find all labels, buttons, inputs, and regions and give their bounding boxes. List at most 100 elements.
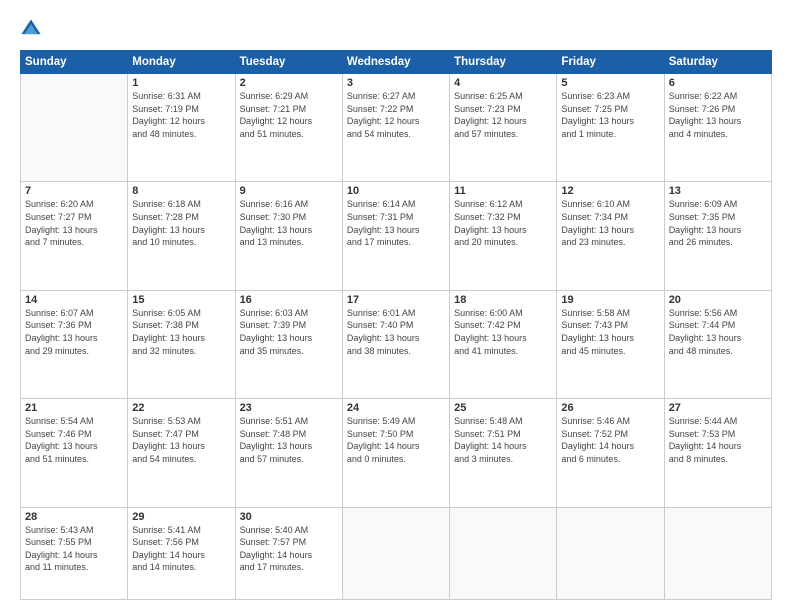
calendar-cell: 30Sunrise: 5:40 AM Sunset: 7:57 PM Dayli…: [235, 507, 342, 599]
calendar-cell: 19Sunrise: 5:58 AM Sunset: 7:43 PM Dayli…: [557, 290, 664, 398]
day-info: Sunrise: 6:18 AM Sunset: 7:28 PM Dayligh…: [132, 198, 230, 248]
calendar-cell: 12Sunrise: 6:10 AM Sunset: 7:34 PM Dayli…: [557, 182, 664, 290]
calendar-week-row: 28Sunrise: 5:43 AM Sunset: 7:55 PM Dayli…: [21, 507, 772, 599]
day-info: Sunrise: 5:54 AM Sunset: 7:46 PM Dayligh…: [25, 415, 123, 465]
day-info: Sunrise: 6:00 AM Sunset: 7:42 PM Dayligh…: [454, 307, 552, 357]
day-number: 5: [561, 77, 659, 89]
day-info: Sunrise: 6:20 AM Sunset: 7:27 PM Dayligh…: [25, 198, 123, 248]
day-number: 28: [25, 511, 123, 523]
logo: [20, 18, 46, 40]
calendar-cell: [342, 507, 449, 599]
day-number: 9: [240, 185, 338, 197]
day-info: Sunrise: 5:58 AM Sunset: 7:43 PM Dayligh…: [561, 307, 659, 357]
day-number: 26: [561, 402, 659, 414]
calendar-cell: 28Sunrise: 5:43 AM Sunset: 7:55 PM Dayli…: [21, 507, 128, 599]
calendar-cell: 7Sunrise: 6:20 AM Sunset: 7:27 PM Daylig…: [21, 182, 128, 290]
calendar-cell: 4Sunrise: 6:25 AM Sunset: 7:23 PM Daylig…: [450, 74, 557, 182]
day-number: 8: [132, 185, 230, 197]
logo-icon: [20, 18, 42, 40]
calendar-cell: 25Sunrise: 5:48 AM Sunset: 7:51 PM Dayli…: [450, 399, 557, 507]
day-number: 20: [669, 294, 767, 306]
calendar-week-row: 7Sunrise: 6:20 AM Sunset: 7:27 PM Daylig…: [21, 182, 772, 290]
calendar-cell: 14Sunrise: 6:07 AM Sunset: 7:36 PM Dayli…: [21, 290, 128, 398]
day-number: 27: [669, 402, 767, 414]
day-number: 12: [561, 185, 659, 197]
page: SundayMondayTuesdayWednesdayThursdayFrid…: [0, 0, 792, 612]
day-number: 2: [240, 77, 338, 89]
day-number: 22: [132, 402, 230, 414]
day-number: 24: [347, 402, 445, 414]
day-info: Sunrise: 5:46 AM Sunset: 7:52 PM Dayligh…: [561, 415, 659, 465]
day-info: Sunrise: 6:22 AM Sunset: 7:26 PM Dayligh…: [669, 90, 767, 140]
day-info: Sunrise: 6:27 AM Sunset: 7:22 PM Dayligh…: [347, 90, 445, 140]
calendar-header-sunday: Sunday: [21, 51, 128, 74]
calendar-cell: 20Sunrise: 5:56 AM Sunset: 7:44 PM Dayli…: [664, 290, 771, 398]
day-info: Sunrise: 5:48 AM Sunset: 7:51 PM Dayligh…: [454, 415, 552, 465]
calendar-cell: [450, 507, 557, 599]
day-info: Sunrise: 6:16 AM Sunset: 7:30 PM Dayligh…: [240, 198, 338, 248]
day-info: Sunrise: 6:05 AM Sunset: 7:38 PM Dayligh…: [132, 307, 230, 357]
day-number: 13: [669, 185, 767, 197]
calendar-header-tuesday: Tuesday: [235, 51, 342, 74]
calendar-cell: 3Sunrise: 6:27 AM Sunset: 7:22 PM Daylig…: [342, 74, 449, 182]
day-info: Sunrise: 5:56 AM Sunset: 7:44 PM Dayligh…: [669, 307, 767, 357]
day-info: Sunrise: 5:41 AM Sunset: 7:56 PM Dayligh…: [132, 524, 230, 574]
day-info: Sunrise: 5:49 AM Sunset: 7:50 PM Dayligh…: [347, 415, 445, 465]
day-number: 29: [132, 511, 230, 523]
day-info: Sunrise: 6:03 AM Sunset: 7:39 PM Dayligh…: [240, 307, 338, 357]
day-number: 16: [240, 294, 338, 306]
day-number: 3: [347, 77, 445, 89]
calendar-cell: 27Sunrise: 5:44 AM Sunset: 7:53 PM Dayli…: [664, 399, 771, 507]
calendar-header-row: SundayMondayTuesdayWednesdayThursdayFrid…: [21, 51, 772, 74]
calendar: SundayMondayTuesdayWednesdayThursdayFrid…: [20, 50, 772, 600]
calendar-cell: 10Sunrise: 6:14 AM Sunset: 7:31 PM Dayli…: [342, 182, 449, 290]
calendar-cell: 1Sunrise: 6:31 AM Sunset: 7:19 PM Daylig…: [128, 74, 235, 182]
day-info: Sunrise: 5:43 AM Sunset: 7:55 PM Dayligh…: [25, 524, 123, 574]
calendar-cell: [664, 507, 771, 599]
day-info: Sunrise: 6:25 AM Sunset: 7:23 PM Dayligh…: [454, 90, 552, 140]
calendar-cell: 13Sunrise: 6:09 AM Sunset: 7:35 PM Dayli…: [664, 182, 771, 290]
calendar-header-wednesday: Wednesday: [342, 51, 449, 74]
calendar-cell: 29Sunrise: 5:41 AM Sunset: 7:56 PM Dayli…: [128, 507, 235, 599]
day-number: 4: [454, 77, 552, 89]
calendar-week-row: 14Sunrise: 6:07 AM Sunset: 7:36 PM Dayli…: [21, 290, 772, 398]
calendar-header-friday: Friday: [557, 51, 664, 74]
day-number: 14: [25, 294, 123, 306]
calendar-cell: 26Sunrise: 5:46 AM Sunset: 7:52 PM Dayli…: [557, 399, 664, 507]
calendar-cell: [557, 507, 664, 599]
calendar-cell: 15Sunrise: 6:05 AM Sunset: 7:38 PM Dayli…: [128, 290, 235, 398]
day-info: Sunrise: 6:01 AM Sunset: 7:40 PM Dayligh…: [347, 307, 445, 357]
day-number: 17: [347, 294, 445, 306]
day-info: Sunrise: 5:40 AM Sunset: 7:57 PM Dayligh…: [240, 524, 338, 574]
day-info: Sunrise: 5:51 AM Sunset: 7:48 PM Dayligh…: [240, 415, 338, 465]
day-info: Sunrise: 6:14 AM Sunset: 7:31 PM Dayligh…: [347, 198, 445, 248]
calendar-header-saturday: Saturday: [664, 51, 771, 74]
calendar-cell: 11Sunrise: 6:12 AM Sunset: 7:32 PM Dayli…: [450, 182, 557, 290]
day-number: 23: [240, 402, 338, 414]
day-number: 1: [132, 77, 230, 89]
calendar-cell: 21Sunrise: 5:54 AM Sunset: 7:46 PM Dayli…: [21, 399, 128, 507]
calendar-week-row: 1Sunrise: 6:31 AM Sunset: 7:19 PM Daylig…: [21, 74, 772, 182]
day-number: 18: [454, 294, 552, 306]
calendar-cell: 8Sunrise: 6:18 AM Sunset: 7:28 PM Daylig…: [128, 182, 235, 290]
day-info: Sunrise: 6:10 AM Sunset: 7:34 PM Dayligh…: [561, 198, 659, 248]
day-info: Sunrise: 6:12 AM Sunset: 7:32 PM Dayligh…: [454, 198, 552, 248]
header: [20, 18, 772, 40]
day-number: 10: [347, 185, 445, 197]
calendar-cell: 5Sunrise: 6:23 AM Sunset: 7:25 PM Daylig…: [557, 74, 664, 182]
day-number: 25: [454, 402, 552, 414]
day-info: Sunrise: 6:07 AM Sunset: 7:36 PM Dayligh…: [25, 307, 123, 357]
calendar-header-thursday: Thursday: [450, 51, 557, 74]
day-info: Sunrise: 6:29 AM Sunset: 7:21 PM Dayligh…: [240, 90, 338, 140]
calendar-header-monday: Monday: [128, 51, 235, 74]
day-number: 11: [454, 185, 552, 197]
calendar-cell: 17Sunrise: 6:01 AM Sunset: 7:40 PM Dayli…: [342, 290, 449, 398]
calendar-cell: 23Sunrise: 5:51 AM Sunset: 7:48 PM Dayli…: [235, 399, 342, 507]
calendar-cell: [21, 74, 128, 182]
calendar-week-row: 21Sunrise: 5:54 AM Sunset: 7:46 PM Dayli…: [21, 399, 772, 507]
calendar-cell: 18Sunrise: 6:00 AM Sunset: 7:42 PM Dayli…: [450, 290, 557, 398]
day-info: Sunrise: 5:53 AM Sunset: 7:47 PM Dayligh…: [132, 415, 230, 465]
day-info: Sunrise: 6:31 AM Sunset: 7:19 PM Dayligh…: [132, 90, 230, 140]
calendar-cell: 22Sunrise: 5:53 AM Sunset: 7:47 PM Dayli…: [128, 399, 235, 507]
calendar-cell: 24Sunrise: 5:49 AM Sunset: 7:50 PM Dayli…: [342, 399, 449, 507]
